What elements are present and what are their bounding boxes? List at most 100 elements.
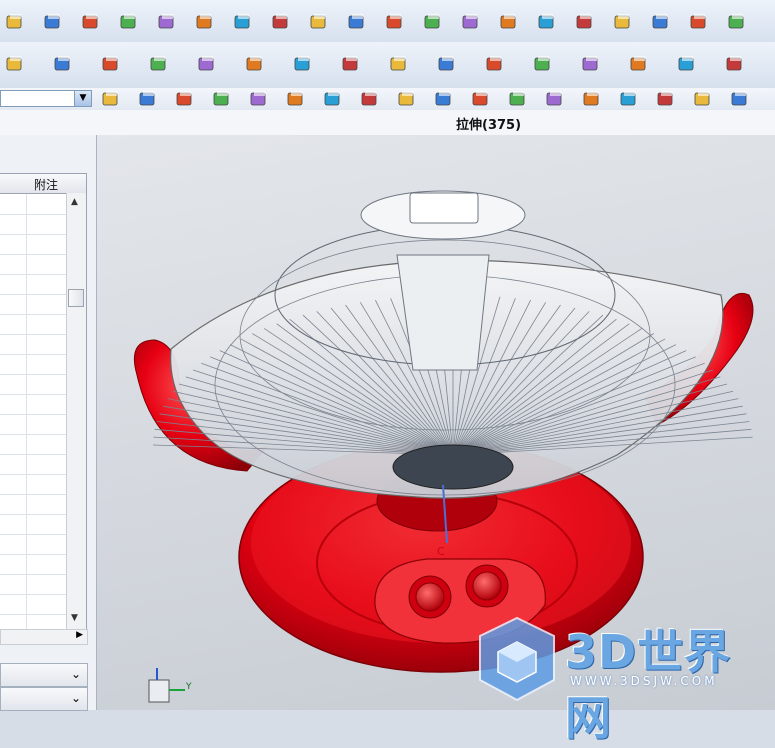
table-row[interactable]	[0, 514, 66, 535]
existing-point-icon[interactable]	[618, 89, 640, 109]
pattern-icon[interactable]	[688, 12, 710, 32]
sew-icon[interactable]	[498, 12, 520, 32]
table-row[interactable]	[0, 234, 66, 255]
sketch-icon[interactable]	[4, 12, 26, 32]
intersect-icon[interactable]	[612, 12, 634, 32]
draft-icon[interactable]	[384, 12, 406, 32]
quadrant-icon[interactable]	[581, 89, 603, 109]
wcs-triad-icon: Y	[148, 668, 192, 703]
axis-label-c: C	[437, 545, 445, 558]
chevron-down-icon[interactable]: ⌄	[71, 691, 81, 705]
block-icon[interactable]	[80, 12, 102, 32]
link-icon[interactable]	[532, 54, 554, 74]
table-row[interactable]	[0, 434, 66, 455]
pencil-icon[interactable]	[292, 54, 314, 74]
table-row[interactable]	[0, 574, 66, 595]
fan-grill	[152, 190, 753, 499]
box-icon[interactable]	[156, 12, 178, 32]
triangle-icon[interactable]	[196, 54, 218, 74]
chevron-down-icon: ▼	[74, 91, 91, 106]
table-row[interactable]	[0, 254, 66, 275]
selection-filter-dropdown[interactable]: ▼	[0, 90, 92, 107]
arc-icon[interactable]	[628, 54, 650, 74]
collapsed-panel-1[interactable]: ⌄	[0, 663, 88, 687]
table-row[interactable]	[0, 454, 66, 475]
grid-toggle-icon[interactable]	[729, 89, 751, 109]
column-header-notes: 附注	[34, 178, 59, 192]
table-row[interactable]	[0, 334, 66, 355]
grid-icon[interactable]	[436, 54, 458, 74]
table-header: 附注	[0, 174, 86, 194]
table-row[interactable]	[0, 534, 66, 555]
point-snap-icon[interactable]	[359, 89, 381, 109]
watermark: 3D世界网 WWW.3DSJW.COM	[470, 610, 770, 745]
rotate-icon[interactable]	[211, 89, 233, 109]
window-title: 拉伸(375)	[456, 118, 522, 133]
trim-icon[interactable]	[460, 12, 482, 32]
sphere-icon[interactable]	[232, 12, 254, 32]
table-row[interactable]	[0, 294, 66, 315]
table-row[interactable]	[0, 614, 66, 629]
triad-y-label: Y	[185, 682, 192, 692]
table-row[interactable]	[0, 194, 66, 215]
line-icon[interactable]	[580, 54, 602, 74]
cylinder-stack-icon[interactable]	[244, 54, 266, 74]
shell-icon[interactable]	[346, 12, 368, 32]
point-on-curve-icon[interactable]	[655, 89, 677, 109]
text-icon[interactable]	[52, 54, 74, 74]
cone-icon[interactable]	[194, 12, 216, 32]
scroll-thumb[interactable]	[68, 289, 84, 307]
blend-icon[interactable]	[270, 12, 292, 32]
table-row[interactable]	[0, 214, 66, 235]
table-row[interactable]	[0, 594, 66, 615]
collapsed-panel-2[interactable]: ⌄	[0, 687, 88, 711]
scroll-right-icon[interactable]: ▶	[76, 630, 83, 640]
table-row[interactable]	[0, 374, 66, 395]
spline-icon[interactable]	[676, 54, 698, 74]
vertical-scrollbar[interactable]: ▲ ▼	[66, 193, 86, 629]
intersection-icon[interactable]	[507, 89, 529, 109]
table-row[interactable]	[0, 274, 66, 295]
unite-icon[interactable]	[536, 12, 558, 32]
table-row[interactable]	[0, 394, 66, 415]
cube-logo-icon	[479, 616, 555, 702]
horizontal-scrollbar[interactable]: ▶	[0, 629, 88, 645]
check-icon[interactable]	[388, 54, 410, 74]
table-row[interactable]	[0, 474, 66, 495]
offset-icon[interactable]	[422, 12, 444, 32]
cylinder-icon[interactable]	[118, 12, 140, 32]
navigator-panel: 附注 ▲ ▼ ▶ ⌄ ⌄	[0, 135, 97, 711]
chamfer-icon[interactable]	[308, 12, 330, 32]
scroll-down-icon[interactable]: ▼	[71, 613, 78, 623]
move-icon[interactable]	[174, 89, 196, 109]
box-select-icon[interactable]	[248, 89, 270, 109]
end-point-icon[interactable]	[396, 89, 418, 109]
mid-point-icon[interactable]	[433, 89, 455, 109]
point-icon[interactable]	[724, 54, 746, 74]
chevron-down-icon[interactable]: ⌄	[71, 667, 81, 681]
control-point-icon[interactable]	[470, 89, 492, 109]
table-row[interactable]	[0, 494, 66, 515]
graphics-title-bar: 拉伸(375)	[0, 110, 775, 136]
mirror-icon[interactable]	[650, 12, 672, 32]
curve-icon[interactable]	[100, 54, 122, 74]
parts-table: 附注 ▲ ▼	[0, 173, 87, 630]
table-row[interactable]	[0, 554, 66, 575]
table-row[interactable]	[0, 414, 66, 435]
surface-icon[interactable]	[148, 54, 170, 74]
select-filter-icon[interactable]	[100, 89, 122, 109]
feature-icon[interactable]	[42, 12, 64, 32]
scroll-up-icon[interactable]: ▲	[71, 197, 78, 207]
subtract-icon[interactable]	[574, 12, 596, 32]
table-row[interactable]	[0, 354, 66, 375]
datum-plane-icon[interactable]	[4, 54, 26, 74]
snap-icon[interactable]	[137, 89, 159, 109]
shade-icon[interactable]	[322, 89, 344, 109]
assembly-icon[interactable]	[340, 54, 362, 74]
wcs-icon[interactable]	[484, 54, 506, 74]
hole-icon[interactable]	[726, 12, 748, 32]
render-icon[interactable]	[285, 89, 307, 109]
center-icon[interactable]	[544, 89, 566, 109]
table-row[interactable]	[0, 314, 66, 335]
view-icon[interactable]	[692, 89, 714, 109]
